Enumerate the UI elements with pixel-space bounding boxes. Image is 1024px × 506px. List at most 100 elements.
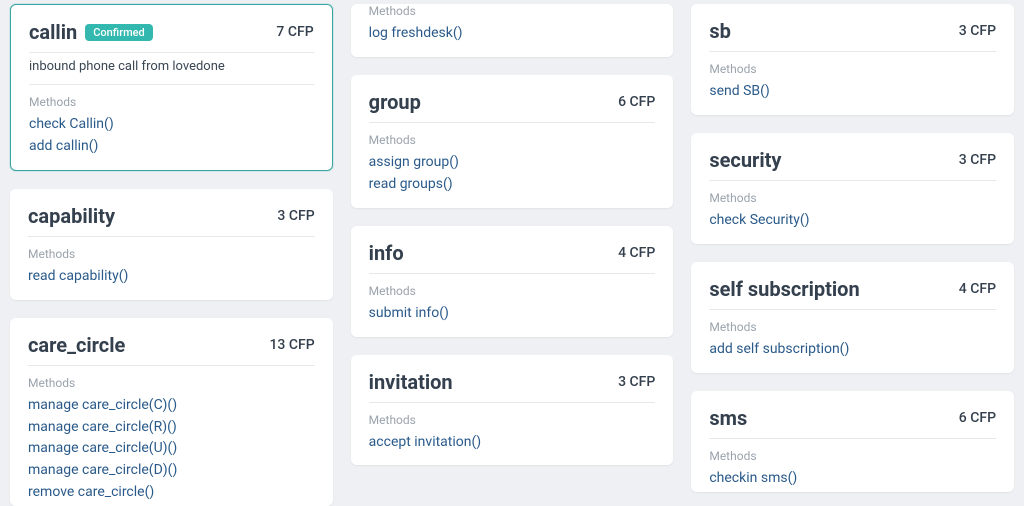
title-wrap: invitation	[369, 371, 453, 394]
method-link[interactable]: remove care_circle()	[28, 483, 315, 502]
method-link[interactable]: submit info()	[369, 304, 656, 323]
column-1: Methods log freshdesk() group 6 CFP Methods a…	[351, 4, 674, 506]
method-link[interactable]: read capability()	[28, 267, 315, 286]
card-header: group 6 CFP	[369, 91, 656, 123]
methods-list: check Security()	[709, 211, 996, 230]
cfp-value: 6 CFP	[959, 407, 996, 426]
methods-label: Methods	[709, 191, 996, 205]
method-link[interactable]: assign group()	[369, 153, 656, 172]
cfp-unit: CFP	[970, 410, 996, 426]
title-wrap: info	[369, 242, 404, 265]
method-link[interactable]: manage care_circle(U)()	[28, 439, 315, 458]
card-sb[interactable]: sb3 CFPMethodssend SB()	[691, 4, 1014, 115]
card-header: capability 3 CFP	[28, 205, 315, 237]
method-link[interactable]: manage care_circle(R)()	[28, 418, 315, 437]
card-description: inbound phone call from lovedone	[29, 59, 314, 85]
methods-list: read capability()	[28, 267, 315, 286]
card-freshdesk[interactable]: Methods log freshdesk()	[351, 4, 674, 57]
status-badge: Confirmed	[85, 24, 153, 41]
card-header: invitation 3 CFP	[369, 371, 656, 403]
card-title: invitation	[369, 371, 453, 394]
cfp-value: 3 CFP	[959, 20, 996, 39]
method-link[interactable]: manage care_circle(D)()	[28, 461, 315, 480]
title-wrap: group	[369, 91, 421, 114]
cfp-unit: CFP	[288, 24, 314, 40]
methods-label: Methods	[28, 247, 315, 261]
cfp-value: 6 CFP	[618, 91, 655, 110]
card-invitation[interactable]: invitation 3 CFP Methods accept invitation(…	[351, 355, 674, 466]
method-link[interactable]: send SB()	[709, 82, 996, 101]
cfp-number: 3	[959, 23, 967, 39]
method-link[interactable]: check Callin()	[29, 115, 314, 134]
title-wrap: callin Confirmed	[29, 21, 153, 44]
method-link[interactable]: checkin sms()	[709, 469, 996, 488]
card-title: callin	[29, 21, 77, 44]
cfp-unit: CFP	[630, 245, 656, 261]
methods-label: Methods	[709, 449, 996, 463]
card-info[interactable]: info 4 CFP Methods submit info()	[351, 226, 674, 337]
cfp-value: 13 CFP	[269, 334, 314, 353]
cfp-value: 3 CFP	[959, 149, 996, 168]
cfp-unit: CFP	[970, 23, 996, 39]
methods-list: check Callin() add callin()	[29, 115, 314, 156]
method-link[interactable]: check Security()	[709, 211, 996, 230]
methods-list: assign group() read groups()	[369, 153, 656, 194]
card-title: capability	[28, 205, 115, 228]
method-link[interactable]: read groups()	[369, 175, 656, 194]
cfp-number: 3	[618, 374, 626, 390]
cfp-value: 7 CFP	[276, 21, 313, 40]
methods-list: accept invitation()	[369, 433, 656, 452]
methods-label: Methods	[369, 284, 656, 298]
card-self_subscription[interactable]: self subscription 4 CFP Methods add self su…	[691, 262, 1014, 373]
methods-label: Methods	[369, 413, 656, 427]
methods-label: Methods	[369, 133, 656, 147]
cfp-value: 3 CFP	[618, 371, 655, 390]
methods-label: Methods	[369, 4, 656, 18]
cfp-unit: CFP	[289, 337, 315, 353]
cfp-number: 4	[618, 245, 626, 261]
methods-label: Methods	[28, 376, 315, 390]
card-capability[interactable]: capability 3 CFP Methods read capability()	[10, 189, 333, 300]
cfp-unit: CFP	[630, 374, 656, 390]
column-0: callin Confirmed 7 CFP inbound phone call f…	[10, 4, 333, 506]
title-wrap: capability	[28, 205, 115, 228]
title-wrap: self subscription	[709, 278, 859, 301]
methods-list: send SB()	[709, 82, 996, 101]
card-sms[interactable]: sms 6 CFP Methods checkin sms()	[691, 391, 1014, 492]
cfp-unit: CFP	[970, 281, 996, 297]
title-wrap: sms	[709, 407, 747, 430]
cfp-number: 3	[277, 208, 285, 224]
card-care_circle[interactable]: care_circle 13 CFP Methods manage care_circ…	[10, 318, 333, 506]
methods-list: manage care_circle(C)()manage care_circl…	[28, 396, 315, 502]
card-security[interactable]: security 3 CFP Methods check Security()	[691, 133, 1014, 244]
card-title: sb	[709, 20, 731, 43]
cfp-unit: CFP	[630, 94, 656, 110]
cfp-unit: CFP	[970, 152, 996, 168]
cfp-number: 3	[959, 152, 967, 168]
card-title: info	[369, 242, 404, 265]
methods-list: submit info()	[369, 304, 656, 323]
cfp-value: 4 CFP	[959, 278, 996, 297]
card-title: security	[709, 149, 781, 172]
title-wrap: care_circle	[28, 334, 125, 357]
method-link[interactable]: add callin()	[29, 137, 314, 156]
method-link[interactable]: manage care_circle(C)()	[28, 396, 315, 415]
methods-list: checkin sms()	[709, 469, 996, 488]
cfp-value: 3 CFP	[277, 205, 314, 224]
card-group[interactable]: group 6 CFP Methods assign group() read grou…	[351, 75, 674, 208]
card-header: self subscription 4 CFP	[709, 278, 996, 310]
card-callin[interactable]: callin Confirmed 7 CFP inbound phone call f…	[10, 4, 333, 171]
cfp-number: 4	[959, 281, 967, 297]
methods-label: Methods	[709, 320, 996, 334]
cfp-number: 7	[276, 24, 284, 40]
method-link[interactable]: add self subscription()	[709, 340, 996, 359]
methods-list: add self subscription()	[709, 340, 996, 359]
method-link[interactable]: accept invitation()	[369, 433, 656, 452]
title-wrap: security	[709, 149, 781, 172]
method-link[interactable]: log freshdesk()	[369, 24, 656, 43]
card-header: sms 6 CFP	[709, 407, 996, 439]
title-wrap: sb	[709, 20, 731, 43]
card-header: sb 3 CFP	[709, 20, 996, 52]
column-2: sb 3 CFP Methods send SB() security 3 CFP Meth…	[691, 4, 1014, 506]
cfp-number: 6	[618, 94, 626, 110]
